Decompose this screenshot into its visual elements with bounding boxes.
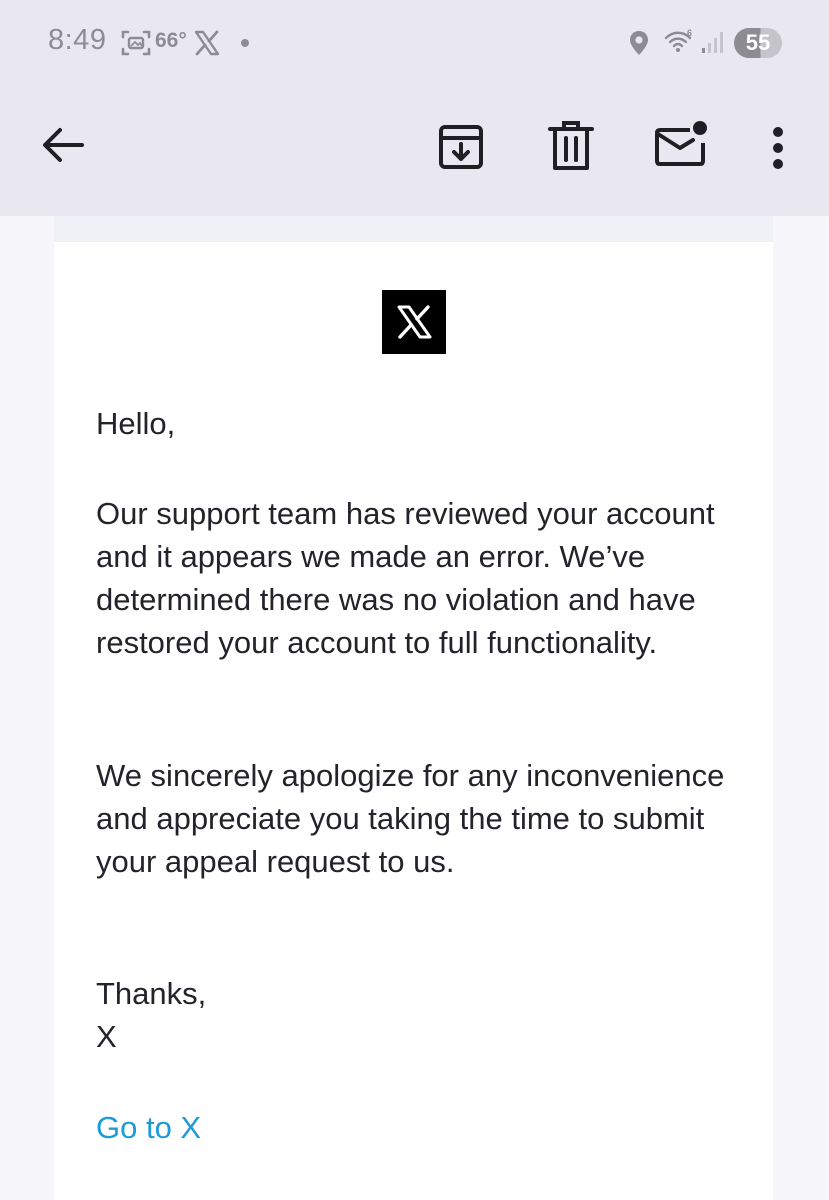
svg-text:6: 6 bbox=[687, 28, 692, 38]
more-vert-icon[interactable] bbox=[756, 118, 800, 178]
email-toolbar bbox=[0, 86, 829, 216]
battery-icon: 55 bbox=[734, 28, 782, 58]
go-to-x-link[interactable]: Go to X bbox=[96, 1106, 201, 1149]
back-arrow-icon[interactable] bbox=[38, 120, 88, 170]
email-signature: X bbox=[96, 1019, 117, 1054]
x-logo-glyph bbox=[397, 305, 432, 339]
email-greeting: Hello, bbox=[96, 406, 176, 441]
x-logo-icon bbox=[382, 290, 446, 354]
status-time: 8:49 bbox=[48, 24, 107, 56]
location-icon bbox=[630, 31, 648, 55]
email-paragraph: We sincerely apologize for any inconveni… bbox=[96, 758, 725, 879]
email-card: Hello, Our support team has reviewed you… bbox=[54, 242, 773, 1200]
notification-dot-icon bbox=[241, 39, 249, 47]
email-paragraph: Our support team has reviewed your accou… bbox=[96, 496, 715, 660]
status-bar: 8:49 66° 6 55 bbox=[0, 0, 829, 86]
signal-icon bbox=[702, 32, 723, 53]
email-closing: Thanks, bbox=[96, 976, 207, 1011]
x-app-icon bbox=[194, 30, 220, 56]
email-content-area: Hello, Our support team has reviewed you… bbox=[0, 216, 829, 1200]
delete-icon[interactable] bbox=[542, 118, 600, 176]
weather-temperature: 66° bbox=[155, 29, 187, 52]
wifi-icon: 6 bbox=[664, 28, 692, 52]
archive-icon[interactable] bbox=[432, 118, 490, 176]
mark-unread-icon[interactable] bbox=[650, 116, 712, 176]
card-top-divider bbox=[54, 216, 773, 242]
gallery-icon bbox=[121, 30, 151, 56]
